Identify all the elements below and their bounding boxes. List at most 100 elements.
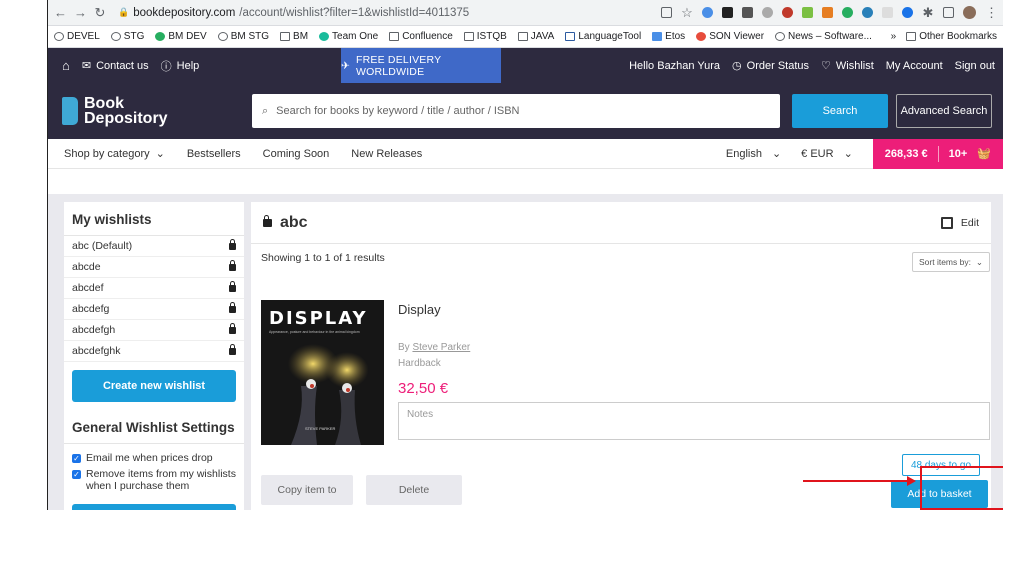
extension-icon[interactable] (742, 7, 753, 18)
extension-icon[interactable] (762, 7, 773, 18)
menu-icon[interactable]: ⋮ (985, 5, 998, 21)
sidepanel-icon[interactable] (943, 7, 954, 18)
bookmark-item[interactable]: Confluence (389, 31, 453, 42)
other-bookmarks[interactable]: Other Bookmarks (906, 31, 997, 42)
star-icon[interactable]: ☆ (681, 5, 693, 21)
bookmark-item[interactable]: JAVA (517, 31, 554, 42)
copy-item-button[interactable]: Copy item to (261, 475, 353, 505)
clock-icon: ◷ (732, 60, 742, 72)
email-price-drop-option[interactable]: ✓ Email me when prices drop (64, 450, 244, 466)
page-title: abc (280, 213, 308, 231)
wishlist-item[interactable]: abcdef (64, 278, 244, 299)
wishlists-sidebar: My wishlists abc (Default) abcde abcdef … (64, 202, 244, 412)
bookmark-item[interactable]: BM STG (217, 31, 269, 42)
cover-title: DISPLAY (269, 308, 368, 329)
puzzle-icon[interactable]: ✱ (922, 5, 934, 21)
order-status-link[interactable]: ◷ Order Status (732, 59, 809, 73)
create-wishlist-button[interactable]: Create new wishlist (72, 370, 236, 402)
bookmark-icon (565, 32, 576, 41)
contact-link[interactable]: ✉ Contact us (81, 59, 149, 73)
lock-icon (229, 238, 236, 250)
my-account-link[interactable]: My Account (886, 60, 943, 72)
shop-by-category-dropdown[interactable]: Shop by category ⌄ (64, 147, 165, 161)
bookmark-item[interactable]: News – Software... (775, 31, 872, 42)
wishlist-settings-panel: General Wishlist Settings ✓ Email me when… (64, 408, 244, 510)
edit-button[interactable]: Edit (940, 216, 979, 229)
bookmark-item[interactable]: STG (110, 31, 144, 42)
book-cover[interactable]: DISPLAY Appearance, posture and behaviou… (261, 300, 384, 445)
author-link[interactable]: Steve Parker (412, 342, 470, 353)
currency-select[interactable]: € EUR ⌄ (801, 147, 853, 161)
extension-icon[interactable] (782, 7, 793, 18)
book-title-link[interactable]: Display (398, 302, 441, 317)
reload-icon[interactable]: ↻ (94, 5, 106, 21)
extension-icon[interactable] (822, 7, 833, 18)
bookmark-item[interactable]: ISTQB (463, 31, 507, 42)
mail-icon: ✉ (81, 60, 92, 72)
page-content: My wishlists abc (Default) abcde abcdef … (48, 194, 1003, 510)
address-bar[interactable]: 🔒 bookdepository.com/account/wishlist?fi… (118, 7, 469, 19)
bookmark-item[interactable]: Team One (319, 31, 378, 42)
lock-icon: 🔒 (118, 7, 130, 17)
extension-icon[interactable] (882, 7, 893, 18)
wishlist-link[interactable]: ♡ Wishlist (821, 59, 874, 73)
avatar[interactable] (963, 6, 976, 19)
category-bar: Shop by category ⌄ Bestsellers Coming Soo… (48, 138, 1003, 169)
share-icon[interactable] (661, 7, 672, 18)
basket-icon: 🧺 (977, 148, 991, 160)
rocket-icon: ✈ (341, 59, 350, 72)
new-releases-link[interactable]: New Releases (351, 148, 422, 160)
wishlist-item[interactable]: abcdefgh (64, 320, 244, 341)
wishlist-item[interactable]: abcde (64, 257, 244, 278)
bestsellers-link[interactable]: Bestsellers (187, 148, 241, 160)
forward-icon[interactable]: → (74, 5, 87, 20)
sign-out-link[interactable]: Sign out (955, 60, 995, 72)
extension-icon[interactable] (702, 7, 713, 18)
wishlist-item[interactable]: abc (Default) (64, 236, 244, 257)
wishlist-header: abc Edit (251, 202, 991, 244)
coming-soon-link[interactable]: Coming Soon (263, 148, 330, 160)
bookmark-item[interactable]: Etos (652, 31, 685, 42)
notes-field[interactable]: Notes (398, 402, 990, 440)
search-button[interactable]: Search (792, 94, 888, 128)
bookmark-item[interactable]: LanguageTool (565, 31, 641, 42)
help-link[interactable]: ⓘ Help (161, 58, 200, 74)
extension-icon[interactable] (842, 7, 853, 18)
bookmark-icon (696, 32, 707, 41)
sort-select[interactable]: Sort items by: ⌄ (912, 252, 990, 272)
extension-icon[interactable] (862, 7, 873, 18)
language-select[interactable]: English ⌄ (726, 147, 781, 161)
extension-icon[interactable] (902, 7, 913, 18)
extension-icon[interactable] (722, 7, 733, 18)
delete-button[interactable]: Delete (366, 475, 462, 505)
browser-toolbar: ← → ↻ 🔒 bookdepository.com/account/wishl… (48, 0, 1003, 26)
home-icon[interactable]: ⌂ (62, 58, 70, 73)
bookmark-item[interactable]: BM DEV (155, 31, 207, 42)
wishlist-item[interactable]: abcdefg (64, 299, 244, 320)
checkbox-checked-icon[interactable]: ✓ (72, 454, 81, 463)
bookmark-icon (155, 32, 166, 41)
basket-button[interactable]: 268,33 € 10+ 🧺 (872, 138, 1003, 169)
chevron-down-icon: ⌄ (155, 148, 165, 160)
remove-purchased-option[interactable]: ✓ Remove items from my wishlists when I p… (64, 466, 244, 494)
search-input[interactable]: ⌕ Search for books by keyword / title / … (252, 94, 780, 128)
more-bookmarks-button[interactable]: » (891, 31, 897, 42)
chevron-down-icon: ⌄ (843, 148, 853, 160)
save-settings-button[interactable] (72, 504, 236, 510)
wishlist-item[interactable]: abcdefghk (64, 341, 244, 362)
chevron-down-icon: ⌄ (975, 256, 983, 267)
greeting: Hello Bazhan Yura (629, 59, 721, 72)
advanced-search-button[interactable]: Advanced Search (896, 94, 992, 128)
checkbox-checked-icon[interactable]: ✓ (72, 470, 81, 479)
bookmark-item[interactable]: DEVEL (54, 31, 100, 42)
extension-icon[interactable] (802, 7, 813, 18)
bookmark-item[interactable]: SON Viewer (696, 31, 764, 42)
back-icon[interactable]: ← (54, 5, 67, 20)
folder-icon (463, 32, 474, 41)
bookmark-item[interactable]: BM (280, 31, 308, 42)
free-delivery-banner[interactable]: ✈ FREE DELIVERY WORLDWIDE (341, 48, 501, 83)
book-author: By Steve Parker (398, 342, 471, 353)
logo[interactable]: Book Depository (62, 96, 168, 127)
bookmarks-bar: DEVEL STG BM DEV BM STG BM Team One Conf… (48, 26, 1003, 48)
book-format: Hardback (398, 358, 441, 369)
